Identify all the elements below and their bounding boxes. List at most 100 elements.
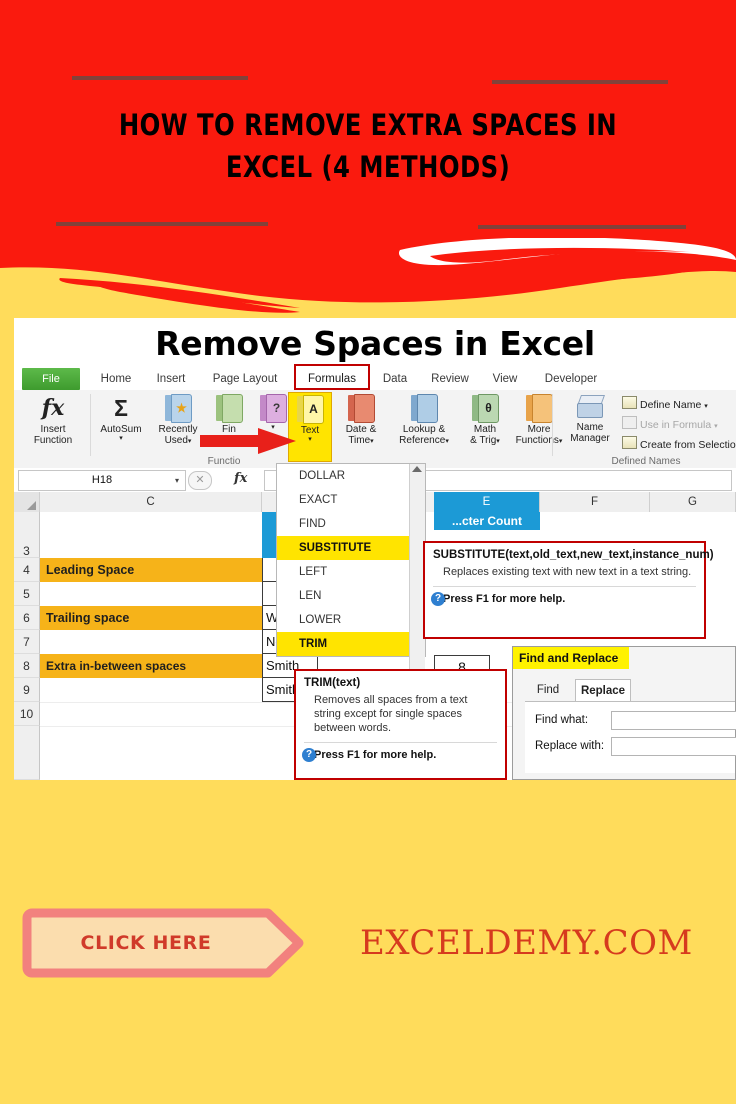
find-replace-body: Find what: Replace with: [525,701,736,773]
find-and-replace-title: Find and Replace [513,647,629,669]
insert-function-label-1: Insert [40,424,66,435]
dropdown-item-len[interactable]: LEN [277,584,425,608]
tab-review[interactable]: Review [422,368,478,390]
row-header-4[interactable]: 4 [14,558,40,582]
cell-c4[interactable]: Leading Space [40,558,262,582]
row-header-5[interactable]: 5 [14,582,40,606]
dropdown-item-lower[interactable]: LOWER [277,608,425,632]
brush-stroke-divider [0,238,736,322]
cell-c7[interactable] [40,630,262,654]
book-red-icon [348,394,375,423]
find-and-replace-dialog: Find and Replace Find Replace Find what:… [512,646,736,780]
name-manager-button[interactable]: Name Manager [562,394,618,444]
book-green-icon [216,394,243,423]
dropdown-item-left[interactable]: LEFT [277,560,425,584]
use-in-formula-caret-icon[interactable]: ▾ [714,423,718,430]
row-header-7[interactable]: 7 [14,630,40,654]
tab-find[interactable]: Find [525,679,571,701]
tab-file[interactable]: File [22,368,80,390]
row-header-6[interactable]: 6 [14,606,40,630]
recently-used-caret-icon[interactable]: ▾ [188,438,192,445]
column-header-e[interactable]: E [434,492,540,512]
lookup-reference-button[interactable]: Lookup & Reference▾ [388,394,460,446]
tab-formulas[interactable]: Formulas [294,364,370,390]
substitute-tooltip: SUBSTITUTE(text,old_text,new_text,instan… [423,541,714,639]
name-box-caret-icon[interactable]: ▾ [175,471,179,490]
replace-with-input[interactable] [611,737,736,756]
use-in-formula-button[interactable]: Use in Formula ▾ [622,416,718,431]
tab-view[interactable]: View [484,368,526,390]
decorative-rule-bottom-left [56,222,268,226]
find-what-input[interactable] [611,711,736,730]
define-name-caret-icon[interactable]: ▾ [704,403,708,410]
create-from-selection-icon [622,436,637,449]
insert-function-label-2: Function [33,435,73,446]
tab-replace[interactable]: Replace [575,679,631,701]
page-title: HOW TO REMOVE EXTRA SPACES IN EXCEL (4 M… [59,104,677,188]
column-header-c[interactable]: C [40,492,262,512]
tab-page-layout[interactable]: Page Layout [202,368,288,390]
insert-function-button[interactable]: fx Insert Function [22,394,84,446]
row-header-10[interactable]: 10 [14,702,40,726]
select-all-triangle-icon [27,501,36,510]
tab-home[interactable]: Home [92,368,140,390]
trim-tooltip-footer-text: Press F1 for more help. [314,749,437,761]
create-from-selection-button[interactable]: Create from Selection [622,436,736,451]
cell-c5[interactable] [40,582,262,606]
define-name-button[interactable]: Define Name ▾ [622,396,708,411]
row-header-3[interactable]: 3 [14,512,40,558]
tab-data[interactable]: Data [376,368,414,390]
question-mark-icon: ? [302,748,316,762]
substitute-tooltip-footer: ? Press F1 for more help. [425,587,704,612]
define-name-label: Define Name [640,399,702,411]
recently-used-label-1: Recently [158,424,198,435]
click-here-button[interactable]: CLICK HERE [22,908,304,978]
dropdown-item-trim[interactable]: TRIM [277,632,425,656]
math-trig-button[interactable]: θ Math & Trig▾ [462,394,508,446]
fx-icon: fx [41,395,65,421]
brand-name: EXCELDEMY.COM [360,923,693,963]
row-header-11[interactable] [14,726,40,780]
decorative-rule-top-right [492,80,668,84]
book-blue-star-icon: ★ [165,394,192,423]
book-yellow-a-icon: A [297,395,324,424]
cell-c9[interactable] [40,678,262,702]
recently-used-button[interactable]: ★ Recently Used▾ [150,394,206,446]
name-box[interactable]: H18 ▾ [18,470,186,491]
column-header-f[interactable]: F [540,492,650,512]
ribbon-tab-bar: File Home Insert Page Layout Formulas Da… [14,364,736,390]
sigma-icon: Σ [114,395,128,421]
date-time-label-1: Date & [345,424,377,435]
cell-c6[interactable]: Trailing space [40,606,262,630]
insert-function-icon[interactable]: fx [234,471,247,486]
define-name-icon [622,396,637,409]
column-header-g[interactable]: G [650,492,736,512]
autosum-button[interactable]: Σ AutoSum ▾ [94,394,148,442]
dropdown-item-exact[interactable]: EXACT [277,488,425,512]
defined-names-group-label: Defined Names [611,456,681,467]
row-header-8[interactable]: 8 [14,654,40,678]
row-header-9[interactable]: 9 [14,678,40,702]
dropdown-item-dollar[interactable]: DOLLAR [277,464,425,488]
recently-used-label-2-text: Used [164,435,188,446]
scroll-up-arrow-icon[interactable] [412,466,422,472]
tab-insert[interactable]: Insert [148,368,194,390]
book-orange-icon [526,394,553,423]
decorative-rule-bottom-right [478,225,686,229]
select-all-corner[interactable] [14,492,40,512]
dropdown-item-find[interactable]: FIND [277,512,425,536]
click-here-label: CLICK HERE [80,932,212,954]
dropdown-item-substitute[interactable]: SUBSTITUTE [277,536,425,560]
book-blue-icon [411,394,438,423]
red-arrow-annotation-icon [200,428,296,454]
autosum-caret-icon[interactable]: ▾ [94,435,148,442]
tab-developer[interactable]: Developer [532,368,610,390]
date-time-caret-icon[interactable]: ▾ [370,438,374,445]
cancel-icon[interactable]: ✕ [188,471,212,490]
substitute-tooltip-body: Replaces existing text with new text in … [443,566,692,578]
date-time-button[interactable]: Date & Time▾ [336,394,386,446]
math-trig-caret-icon[interactable]: ▾ [496,438,500,445]
lookup-reference-caret-icon[interactable]: ▾ [445,438,449,445]
text-icon-glyph: A [303,395,324,424]
cell-c8[interactable]: Extra in-between spaces [40,654,262,678]
